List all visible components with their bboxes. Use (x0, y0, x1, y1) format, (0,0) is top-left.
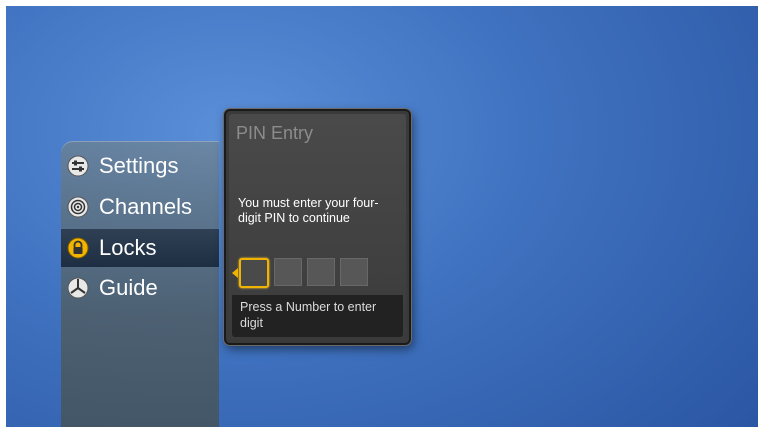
pin-input[interactable] (239, 258, 368, 288)
dialog-footer: Press a Number to enter digit (232, 295, 403, 337)
pin-digit-3[interactable] (307, 258, 335, 286)
pin-digit-2[interactable] (274, 258, 302, 286)
menu-item-guide[interactable]: Guide (61, 269, 219, 307)
menu-item-label: Guide (99, 275, 158, 300)
dialog-title: PIN Entry (236, 123, 314, 143)
dialog-message: You must enter your four-digit PIN to co… (238, 196, 379, 225)
pin-digit-1[interactable] (239, 258, 269, 288)
lock-icon (67, 237, 89, 259)
pin-cursor-arrow-icon (232, 268, 238, 278)
dialog-panel: PIN Entry You must enter your four-digit… (229, 114, 406, 340)
menu-item-label: Channels (99, 194, 192, 219)
guide-icon (67, 277, 89, 299)
menu-item-settings[interactable]: Settings (61, 147, 219, 185)
menu-item-label: Locks (99, 235, 157, 260)
channels-icon (67, 196, 89, 218)
menu-item-label: Settings (99, 153, 179, 178)
pin-entry-dialog: PIN Entry You must enter your four-digit… (224, 109, 411, 345)
pin-digit-4[interactable] (340, 258, 368, 286)
menu-item-locks[interactable]: Locks (61, 229, 219, 267)
settings-icon (67, 155, 89, 177)
side-menu: Settings Channels Locks Guide (61, 141, 219, 427)
footer-hint: Press a Number to enter digit (240, 300, 377, 330)
tv-screen: Settings Channels Locks Guide PIN Entry … (6, 6, 758, 427)
menu-item-channels[interactable]: Channels (61, 188, 219, 226)
